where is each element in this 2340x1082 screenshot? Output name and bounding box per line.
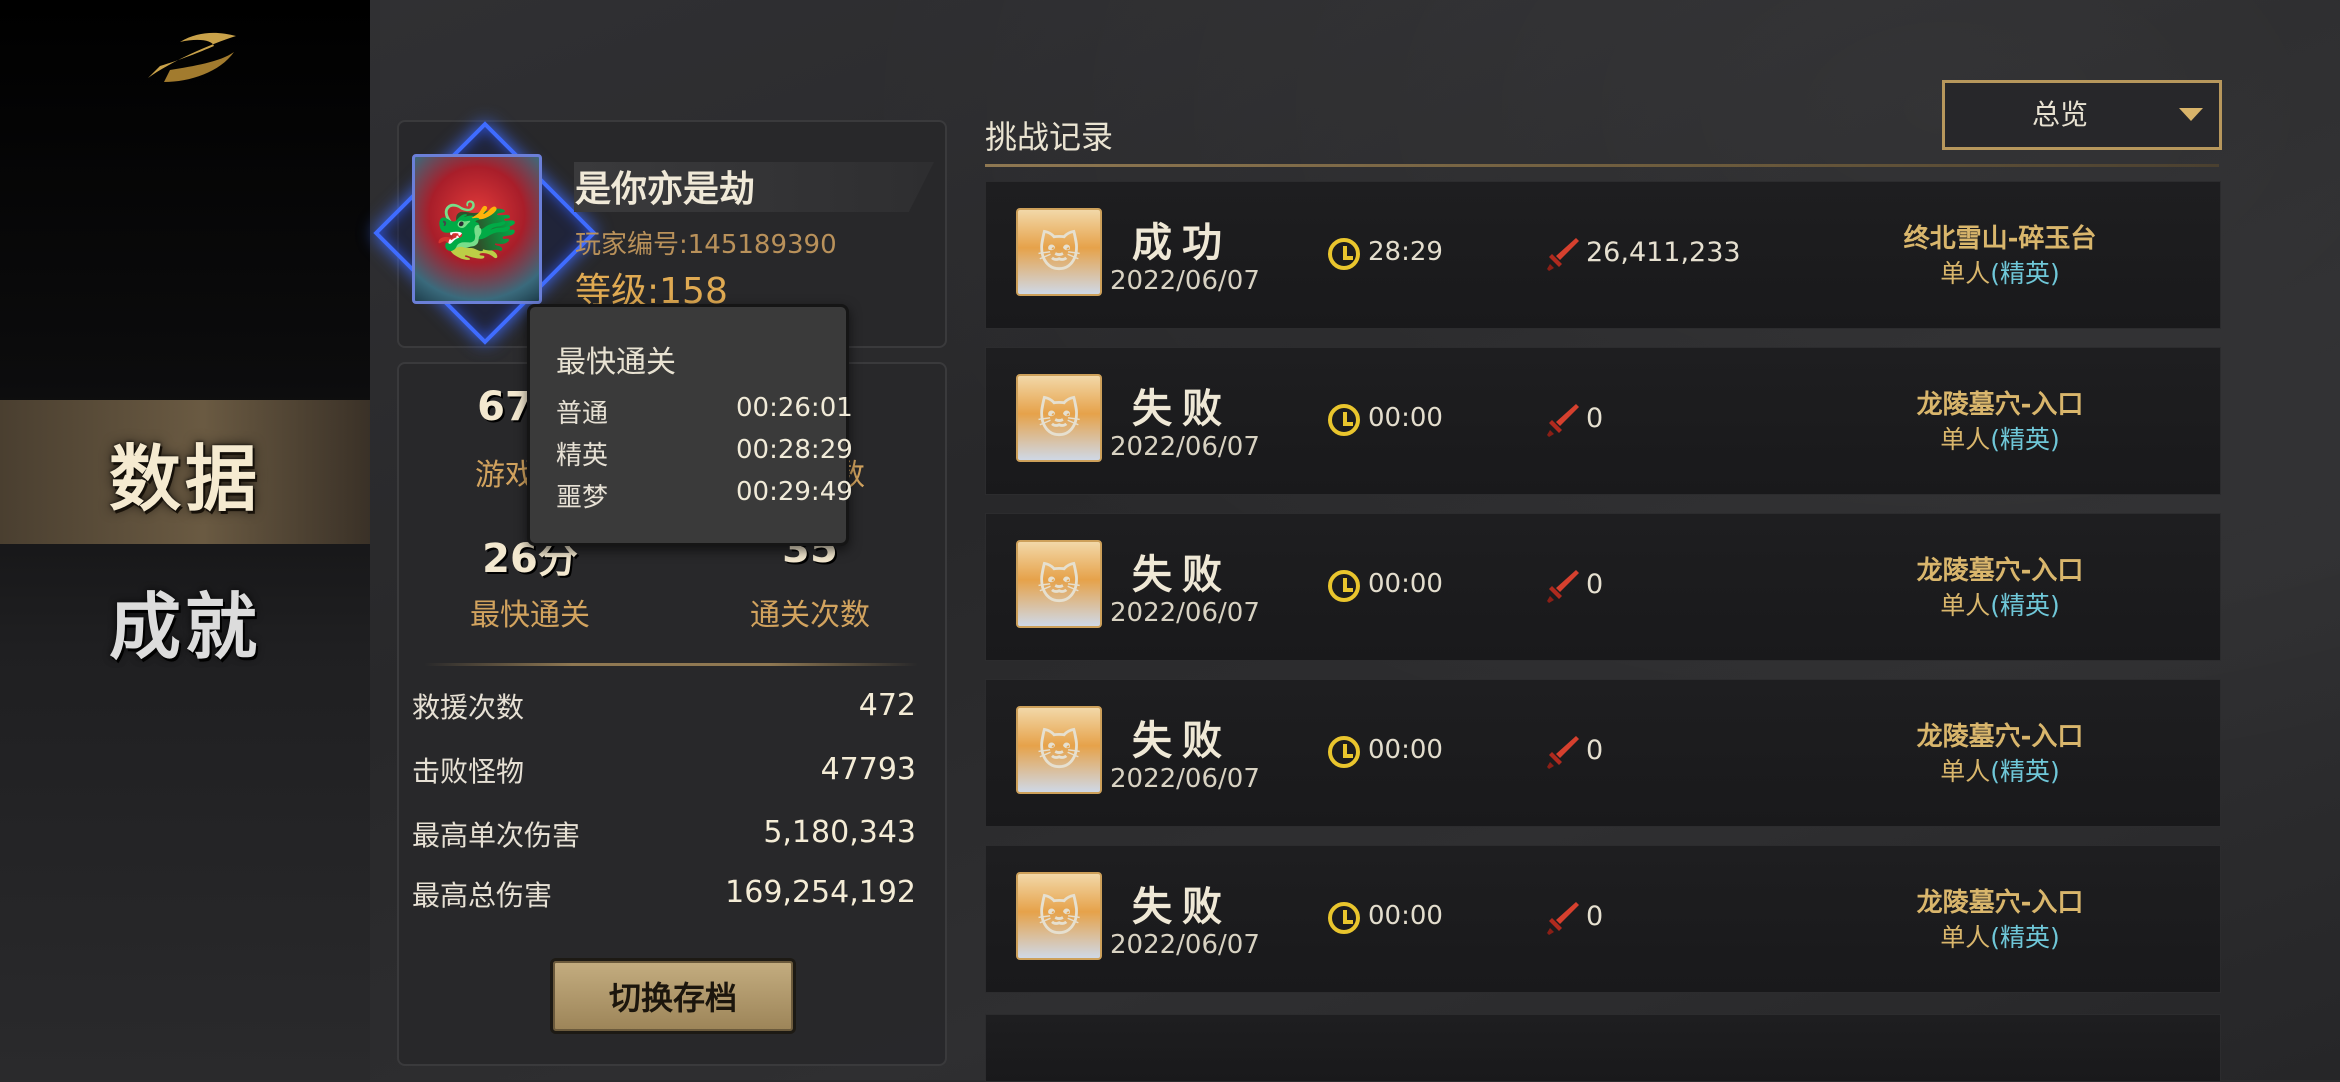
record-damage: 0 bbox=[1586, 569, 1604, 600]
record-damage: 26,411,233 bbox=[1586, 237, 1741, 268]
clock-icon bbox=[1328, 238, 1360, 270]
max-total-damage-value: 169,254,192 bbox=[725, 875, 916, 910]
tooltip-row: 精英 00:28:29 bbox=[556, 435, 853, 472]
record-damage: 0 bbox=[1586, 403, 1604, 434]
sword-damage-icon bbox=[1547, 902, 1579, 935]
tooltip-difficulty: 精英 bbox=[556, 441, 609, 471]
chevron-down-icon bbox=[2179, 108, 2203, 121]
record-mode-type: 单人 bbox=[1940, 757, 1991, 786]
record-map: 龙陵墓穴-入口 bbox=[1916, 888, 2084, 918]
character-portrait-icon: 🐱 bbox=[1016, 540, 1102, 628]
record-mode: 单人(精英) bbox=[1840, 752, 2160, 788]
filter-dropdown[interactable]: 总览 bbox=[1942, 80, 2222, 150]
tooltip-difficulty: 噩梦 bbox=[556, 483, 609, 513]
record-time: 00:00 bbox=[1368, 901, 1443, 931]
record-damage: 0 bbox=[1586, 901, 1604, 932]
filter-selected: 总览 bbox=[2031, 98, 2088, 131]
record-time: 00:00 bbox=[1368, 403, 1443, 433]
clock-icon bbox=[1328, 570, 1360, 602]
stats-divider bbox=[424, 663, 918, 666]
clock-icon bbox=[1328, 736, 1360, 768]
record-result: 失败 bbox=[1132, 385, 1232, 432]
record-difficulty: (精英) bbox=[1990, 591, 2060, 620]
record-result: 失败 bbox=[1132, 883, 1232, 930]
record-row[interactable]: 🐱 失败 2022/06/07 00:00 0 龙陵墓穴-入口 单人(精英) bbox=[985, 513, 2221, 661]
record-damage: 0 bbox=[1586, 735, 1604, 766]
tooltip-row: 普通 00:26:01 bbox=[556, 393, 853, 430]
record-result: 成功 bbox=[1132, 219, 1232, 266]
record-mode-type: 单人 bbox=[1940, 591, 1991, 620]
record-date: 2022/06/07 bbox=[1110, 432, 1260, 462]
record-time: 28:29 bbox=[1368, 237, 1443, 267]
record-mode: 单人(精英) bbox=[1840, 918, 2160, 954]
clear-count-label: 通关次数 bbox=[750, 598, 870, 633]
record-map: 龙陵墓穴-入口 bbox=[1916, 390, 2084, 420]
tooltip-title: 最快通关 bbox=[556, 345, 676, 380]
record-difficulty: (精英) bbox=[1990, 923, 2060, 952]
record-time: 00:00 bbox=[1368, 735, 1443, 765]
tooltip-difficulty: 普通 bbox=[556, 399, 609, 429]
rescue-count-label: 救援次数 bbox=[412, 691, 525, 724]
record-time: 00:00 bbox=[1368, 569, 1443, 599]
tooltip-time: 00:29:49 bbox=[736, 477, 853, 507]
record-difficulty: (精英) bbox=[1990, 757, 2060, 786]
sword-damage-icon bbox=[1547, 736, 1579, 769]
rescue-count-value: 472 bbox=[858, 688, 916, 723]
tooltip-row: 噩梦 00:29:49 bbox=[556, 477, 853, 514]
record-map: 龙陵墓穴-入口 bbox=[1916, 722, 2084, 752]
sword-damage-icon bbox=[1547, 570, 1579, 603]
game-logo-icon bbox=[148, 32, 236, 82]
record-map: 龙陵墓穴-入口 bbox=[1916, 556, 2084, 586]
character-portrait-icon: 🐱 bbox=[1016, 872, 1102, 960]
record-row[interactable]: 🐱 失败 2022/06/07 00:00 0 龙陵墓穴-入口 单人(精英) bbox=[985, 679, 2221, 827]
tooltip-time: 00:28:29 bbox=[736, 435, 853, 465]
record-row[interactable]: 🐱 失败 2022/06/07 00:00 0 龙陵墓穴-入口 单人(精英) bbox=[985, 347, 2221, 495]
record-map: 终北雪山-碎玉台 bbox=[1903, 224, 2097, 254]
sidebar: 数据 成就 bbox=[0, 0, 370, 1080]
record-mode-type: 单人 bbox=[1940, 259, 1991, 288]
max-total-damage-label: 最高总伤害 bbox=[412, 879, 553, 912]
section-divider bbox=[985, 164, 2219, 167]
record-row[interactable]: 🐱 成功 2022/06/07 28:29 26,411,233 终北雪山-碎玉台 单人(精… bbox=[985, 181, 2221, 329]
max-single-damage-value: 5,180,343 bbox=[763, 815, 916, 850]
record-mode-type: 单人 bbox=[1940, 923, 1991, 952]
sword-damage-icon bbox=[1547, 238, 1579, 271]
clock-icon bbox=[1328, 404, 1360, 436]
character-portrait-icon: 🐱 bbox=[1016, 208, 1102, 296]
max-single-damage-label: 最高单次伤害 bbox=[412, 819, 581, 852]
record-difficulty: (精英) bbox=[1990, 425, 2060, 454]
switch-save-button[interactable]: 切换存档 bbox=[550, 958, 796, 1034]
sword-damage-icon bbox=[1547, 404, 1579, 437]
record-mode: 单人(精英) bbox=[1840, 586, 2160, 622]
record-mode-type: 单人 bbox=[1940, 425, 1991, 454]
fastest-clear-tooltip: 最快通关 普通 00:26:01 精英 00:28:29 噩梦 00:29:49 bbox=[527, 304, 853, 546]
record-result: 失败 bbox=[1132, 551, 1232, 598]
record-date: 2022/06/07 bbox=[1110, 266, 1260, 296]
monsters-defeated-label: 击败怪物 bbox=[412, 755, 525, 788]
monsters-defeated-value: 47793 bbox=[820, 752, 916, 787]
fastest-clear-label: 最快通关 bbox=[470, 598, 590, 633]
record-date: 2022/06/07 bbox=[1110, 930, 1260, 960]
record-mode: 单人(精英) bbox=[1840, 254, 2160, 290]
record-row[interactable]: 🐱 失败 2022/06/07 00:00 0 龙陵墓穴-入口 单人(精英) bbox=[985, 845, 2221, 993]
record-result: 失败 bbox=[1132, 717, 1232, 764]
character-portrait-icon: 🐱 bbox=[1016, 706, 1102, 794]
record-row-partial[interactable] bbox=[985, 1014, 2221, 1082]
dragon-avatar-icon: 🐲 bbox=[412, 154, 542, 304]
record-date: 2022/06/07 bbox=[1110, 598, 1260, 628]
avatar[interactable]: 🐲 bbox=[370, 118, 597, 345]
tooltip-time: 00:26:01 bbox=[736, 393, 853, 423]
challenge-records-title: 挑战记录 bbox=[985, 118, 1114, 156]
character-portrait-icon: 🐱 bbox=[1016, 374, 1102, 462]
record-mode: 单人(精英) bbox=[1840, 420, 2160, 456]
clock-icon bbox=[1328, 902, 1360, 934]
player-id: 玩家编号:145189390 bbox=[575, 230, 837, 260]
sidebar-item-achievements[interactable]: 成就 bbox=[0, 548, 370, 692]
sidebar-item-data[interactable]: 数据 bbox=[0, 400, 370, 544]
record-date: 2022/06/07 bbox=[1110, 764, 1260, 794]
player-name: 是你亦是劫 bbox=[575, 169, 756, 210]
record-difficulty: (精英) bbox=[1990, 259, 2060, 288]
